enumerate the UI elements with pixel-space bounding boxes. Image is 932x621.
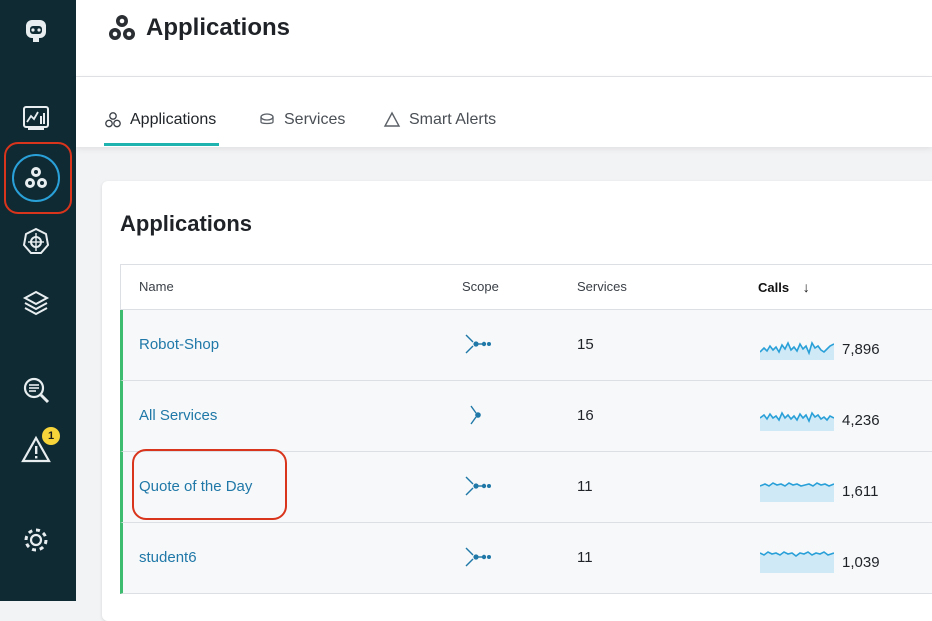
scope-icon <box>465 547 491 567</box>
calls-sparkline <box>760 411 834 431</box>
sidebar-highlight-annotation <box>4 142 72 214</box>
services-icon <box>260 113 274 125</box>
smart-alerts-icon <box>383 111 401 127</box>
table-row[interactable]: Robot-Shop 15 7,896 <box>120 310 932 381</box>
tab-label: Services <box>284 111 346 128</box>
calls-count: 7,896 <box>842 341 880 358</box>
application-name-link[interactable]: student6 <box>139 549 197 566</box>
tab-bar: Applications Services Smart Alerts <box>76 77 932 147</box>
column-header-scope[interactable]: Scope <box>462 279 499 294</box>
table-row[interactable]: student6 11 1,039 <box>120 523 932 594</box>
page-header: Applications <box>76 0 932 77</box>
services-count: 11 <box>577 549 593 566</box>
kubernetes-icon[interactable] <box>18 223 54 259</box>
applications-card: Applications Name Scope Services Calls ↓… <box>102 181 932 621</box>
tab-label: Applications <box>130 111 217 128</box>
services-count: 11 <box>577 478 593 495</box>
search-analytics-icon[interactable] <box>18 372 54 408</box>
sort-descending-icon: ↓ <box>802 279 810 295</box>
tab-services[interactable]: Services <box>258 111 345 129</box>
services-count: 15 <box>577 336 594 353</box>
calls-sparkline <box>760 551 834 573</box>
gear-icon[interactable] <box>18 522 54 558</box>
column-header-calls[interactable]: Calls ↓ <box>758 279 810 295</box>
tab-smart-alerts[interactable]: Smart Alerts <box>383 111 496 129</box>
alert-count-badge: 1 <box>42 427 60 445</box>
calls-count: 1,039 <box>842 554 880 571</box>
scope-icon <box>465 334 491 354</box>
calls-sparkline <box>760 341 834 360</box>
calls-count: 4,236 <box>842 412 880 429</box>
dashboard-icon[interactable] <box>18 100 54 136</box>
layers-icon[interactable] <box>18 285 54 321</box>
tab-applications[interactable]: Applications <box>104 111 216 129</box>
column-header-services[interactable]: Services <box>577 279 627 294</box>
active-tab-indicator <box>104 143 219 146</box>
row-highlight-annotation <box>132 449 287 520</box>
column-header-calls-label: Calls <box>758 280 790 295</box>
scope-icon <box>470 405 481 425</box>
applications-table: Name Scope Services Calls ↓ Robot-Shop 1… <box>120 264 932 594</box>
column-header-name[interactable]: Name <box>139 279 174 294</box>
tab-label: Smart Alerts <box>409 111 497 128</box>
applications-icon <box>105 112 121 128</box>
scope-icon <box>465 476 491 496</box>
services-count: 16 <box>577 407 594 424</box>
card-title: Applications <box>120 211 253 236</box>
page-title: Applications <box>146 14 291 41</box>
application-name-link[interactable]: All Services <box>139 407 217 424</box>
table-header: Name Scope Services Calls ↓ <box>121 265 932 310</box>
table-row[interactable]: All Services 16 4,236 <box>120 381 932 452</box>
application-name-link[interactable]: Robot-Shop <box>139 336 219 353</box>
sidebar: 1 <box>0 0 76 601</box>
applications-icon <box>109 15 135 40</box>
calls-count: 1,611 <box>842 483 879 500</box>
robot-logo-icon[interactable] <box>18 12 54 48</box>
calls-sparkline <box>760 482 834 502</box>
